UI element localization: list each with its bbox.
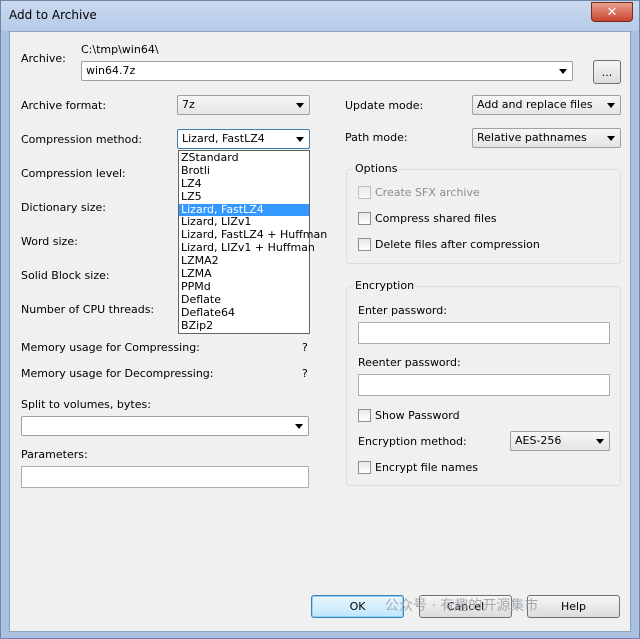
compression-method-label: Compression method: [21, 133, 143, 146]
compress-shared-label: Compress shared files [375, 212, 497, 225]
compression-method-option[interactable]: BZip2 [179, 319, 309, 333]
word-size-label: Word size: [21, 235, 78, 248]
options-group: Options Create SFX archive Compress shar… [346, 162, 621, 264]
memory-compress-value: ? [302, 341, 308, 354]
compress-shared-checkbox[interactable]: Compress shared files [358, 212, 497, 225]
update-mode-value: Add and replace files [477, 98, 593, 111]
memory-compress-label: Memory usage for Compressing: [21, 341, 200, 354]
archive-name-value: win64.7z [86, 64, 136, 77]
add-to-archive-window: Add to Archive ✕ Archive: C:\tmp\win64\ … [0, 0, 640, 639]
help-button[interactable]: Help [527, 595, 620, 618]
options-group-title: Options [353, 162, 400, 175]
compression-method-option[interactable]: Brotli [179, 164, 309, 178]
archive-format-select[interactable]: 7z [177, 95, 310, 115]
chevron-down-icon [295, 424, 303, 429]
encryption-group-title: Encryption [353, 279, 417, 292]
reenter-password-label: Reenter password: [358, 356, 461, 369]
delete-after-checkbox[interactable]: Delete files after compression [358, 238, 540, 251]
reenter-password-input[interactable] [358, 374, 610, 396]
dialog-client-area: Archive: C:\tmp\win64\ win64.7z ... Arch… [9, 31, 631, 632]
watermark-text: 公众号 · 有趣的开源集市 [385, 598, 539, 614]
chevron-down-icon [296, 103, 304, 108]
archive-format-value: 7z [182, 98, 195, 111]
show-password-checkbox[interactable]: Show Password [358, 409, 460, 422]
compression-method-dropdown-list[interactable]: ZStandard Brotli LZ4 LZ5 Lizard, FastLZ4 Liza… [178, 150, 327, 334]
compression-method-option[interactable]: Deflate64 [179, 306, 309, 320]
enter-password-label: Enter password: [358, 304, 447, 317]
path-mode-label: Path mode: [345, 131, 408, 144]
chevron-down-icon [296, 137, 304, 142]
encryption-method-select[interactable]: AES-256 [510, 431, 610, 451]
browse-label: ... [601, 65, 613, 79]
password-input[interactable] [358, 322, 610, 344]
compression-method-option[interactable]: LZMA [179, 267, 309, 281]
parameters-input[interactable] [21, 466, 309, 488]
browse-button[interactable]: ... [593, 60, 621, 84]
checkbox-icon [358, 409, 371, 422]
encryption-method-value: AES-256 [515, 434, 562, 447]
path-mode-value: Relative pathnames [477, 131, 587, 144]
help-label: Help [560, 600, 587, 613]
archive-name-combo[interactable]: win64.7z [81, 61, 573, 81]
checkbox-icon [358, 461, 371, 474]
chevron-down-icon [596, 439, 604, 444]
split-volumes-label: Split to volumes, bytes: [21, 398, 151, 411]
cpu-threads-label: Number of CPU threads: [21, 303, 155, 316]
compression-level-label: Compression level: [21, 167, 126, 180]
memory-decompress-label: Memory usage for Decompressing: [21, 367, 214, 380]
create-sfx-checkbox[interactable]: Create SFX archive [358, 186, 480, 199]
close-button[interactable]: ✕ [591, 2, 633, 22]
memory-decompress-value: ? [302, 367, 308, 380]
split-volumes-combo[interactable] [21, 416, 309, 436]
window-title: Add to Archive [9, 8, 97, 22]
path-mode-select[interactable]: Relative pathnames [472, 128, 621, 148]
encrypt-names-label: Encrypt file names [375, 461, 478, 474]
chevron-down-icon [607, 136, 615, 141]
solid-block-size-label: Solid Block size: [21, 269, 110, 282]
compression-method-option[interactable]: LZ5 [179, 190, 309, 204]
dictionary-size-label: Dictionary size: [21, 201, 106, 214]
parameters-label: Parameters: [21, 448, 88, 461]
compression-method-option[interactable]: Deflate [179, 293, 309, 307]
checkbox-icon [358, 186, 371, 199]
archive-path: C:\tmp\win64\ [81, 43, 159, 56]
create-sfx-label: Create SFX archive [375, 186, 480, 199]
update-mode-label: Update mode: [345, 99, 424, 112]
compression-method-option[interactable]: ZStandard [179, 151, 309, 165]
archive-format-label: Archive format: [21, 99, 107, 112]
compression-method-select[interactable]: Lizard, FastLZ4 [177, 129, 310, 149]
compression-method-option[interactable]: LZ4 [179, 177, 309, 191]
chevron-down-icon [607, 103, 615, 108]
checkbox-icon [358, 212, 371, 225]
compression-method-value: Lizard, FastLZ4 [182, 132, 265, 145]
encryption-group: Encryption Enter password: Reenter passw… [346, 279, 621, 486]
ok-label: OK [349, 600, 366, 613]
encrypt-names-checkbox[interactable]: Encrypt file names [358, 461, 478, 474]
show-password-label: Show Password [375, 409, 460, 422]
delete-after-label: Delete files after compression [375, 238, 540, 251]
archive-label: Archive: [21, 52, 66, 65]
close-icon: ✕ [606, 4, 618, 20]
checkbox-icon [358, 238, 371, 251]
update-mode-select[interactable]: Add and replace files [472, 95, 621, 115]
title-bar[interactable]: Add to Archive ✕ [1, 1, 639, 31]
compression-method-option[interactable]: PPMd [179, 280, 309, 294]
chevron-down-icon [559, 69, 567, 74]
encryption-method-label: Encryption method: [358, 435, 467, 448]
